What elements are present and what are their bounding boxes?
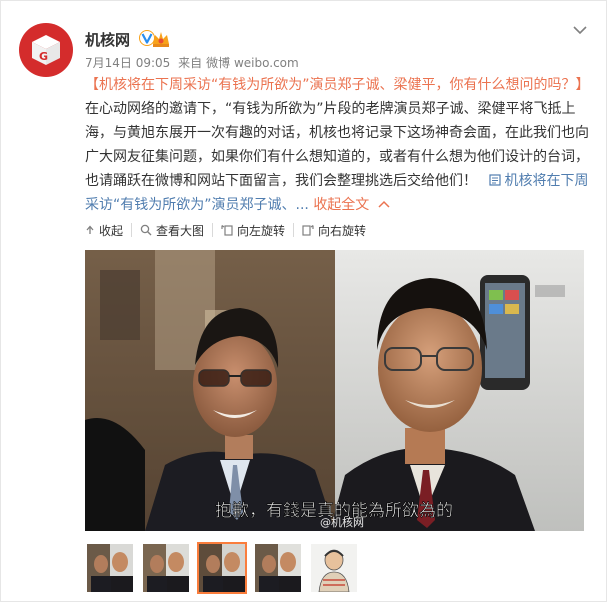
view-large-label: 查看大图 bbox=[156, 223, 205, 238]
collapse-text-label: 收起全文 bbox=[313, 197, 370, 213]
post-title-link[interactable]: 【机核将在下周采访“有钱为所欲为”演员郑子诚、梁健平，你有什么想问的吗？】 bbox=[85, 77, 590, 93]
avatar[interactable]: G bbox=[19, 23, 73, 77]
thumbnail-5[interactable] bbox=[309, 542, 359, 594]
post-date[interactable]: 7月14日 09:05 bbox=[85, 56, 170, 70]
rotate-right-icon bbox=[302, 225, 314, 236]
thumbnail-2[interactable] bbox=[141, 542, 191, 594]
thumbnail-image bbox=[255, 544, 301, 592]
weibo-post-card: G 机核网 7月14日 09:05 来自 微博 weibo.com 【机核将在下周… bbox=[0, 0, 607, 602]
article-icon bbox=[489, 174, 502, 186]
arrow-up-icon bbox=[86, 225, 94, 234]
post-image[interactable]: 抱歉，有錢是真的能為所欲為的 @机核网 bbox=[85, 250, 584, 531]
rotate-right-label: 向右旋转 bbox=[318, 223, 367, 238]
thumbnail-4[interactable] bbox=[253, 542, 303, 594]
tv-screenshot-image: 抱歉，有錢是真的能為所欲為的 @机核网 bbox=[85, 250, 584, 531]
gcores-logo-icon: G bbox=[32, 35, 60, 65]
search-icon bbox=[140, 224, 152, 236]
thumbnail-3-active[interactable] bbox=[197, 542, 247, 594]
rotate-left-button[interactable]: 向左旋转 bbox=[213, 223, 295, 238]
post-content: 【机核将在下周采访“有钱为所欲为”演员郑子诚、梁健平，你有什么想问的吗？】在心动… bbox=[85, 73, 590, 217]
thumbnail-image bbox=[87, 544, 133, 592]
image-toolbar: 收起 查看大图 向左旋转 向右旋转 bbox=[85, 223, 374, 238]
thumbnail-image bbox=[199, 544, 245, 592]
svg-text:G: G bbox=[39, 50, 48, 63]
thumbnail-image bbox=[311, 544, 357, 592]
thumbnail-strip bbox=[85, 542, 359, 594]
collapse-label: 收起 bbox=[99, 223, 124, 238]
thumbnail-1[interactable] bbox=[85, 542, 135, 594]
post-source[interactable]: 微博 weibo.com bbox=[206, 56, 299, 70]
rotate-right-button[interactable]: 向右旋转 bbox=[294, 223, 374, 238]
rotate-left-label: 向左旋转 bbox=[237, 223, 286, 238]
post-meta: 7月14日 09:05 来自 微博 weibo.com bbox=[85, 54, 303, 71]
vip-crown-icon[interactable] bbox=[151, 30, 171, 48]
collapse-button[interactable]: 收起 bbox=[85, 223, 133, 238]
chevron-up-icon bbox=[378, 200, 390, 208]
watermark-text: @机核网 bbox=[320, 515, 364, 529]
rotate-left-icon bbox=[221, 225, 233, 236]
source-prefix: 来自 bbox=[178, 56, 203, 70]
view-large-button[interactable]: 查看大图 bbox=[132, 223, 214, 238]
collapse-text-link[interactable]: 收起全文 bbox=[313, 197, 390, 213]
username[interactable]: 机核网 bbox=[85, 29, 130, 50]
chevron-down-icon[interactable] bbox=[572, 25, 588, 35]
thumbnail-image bbox=[143, 544, 189, 592]
